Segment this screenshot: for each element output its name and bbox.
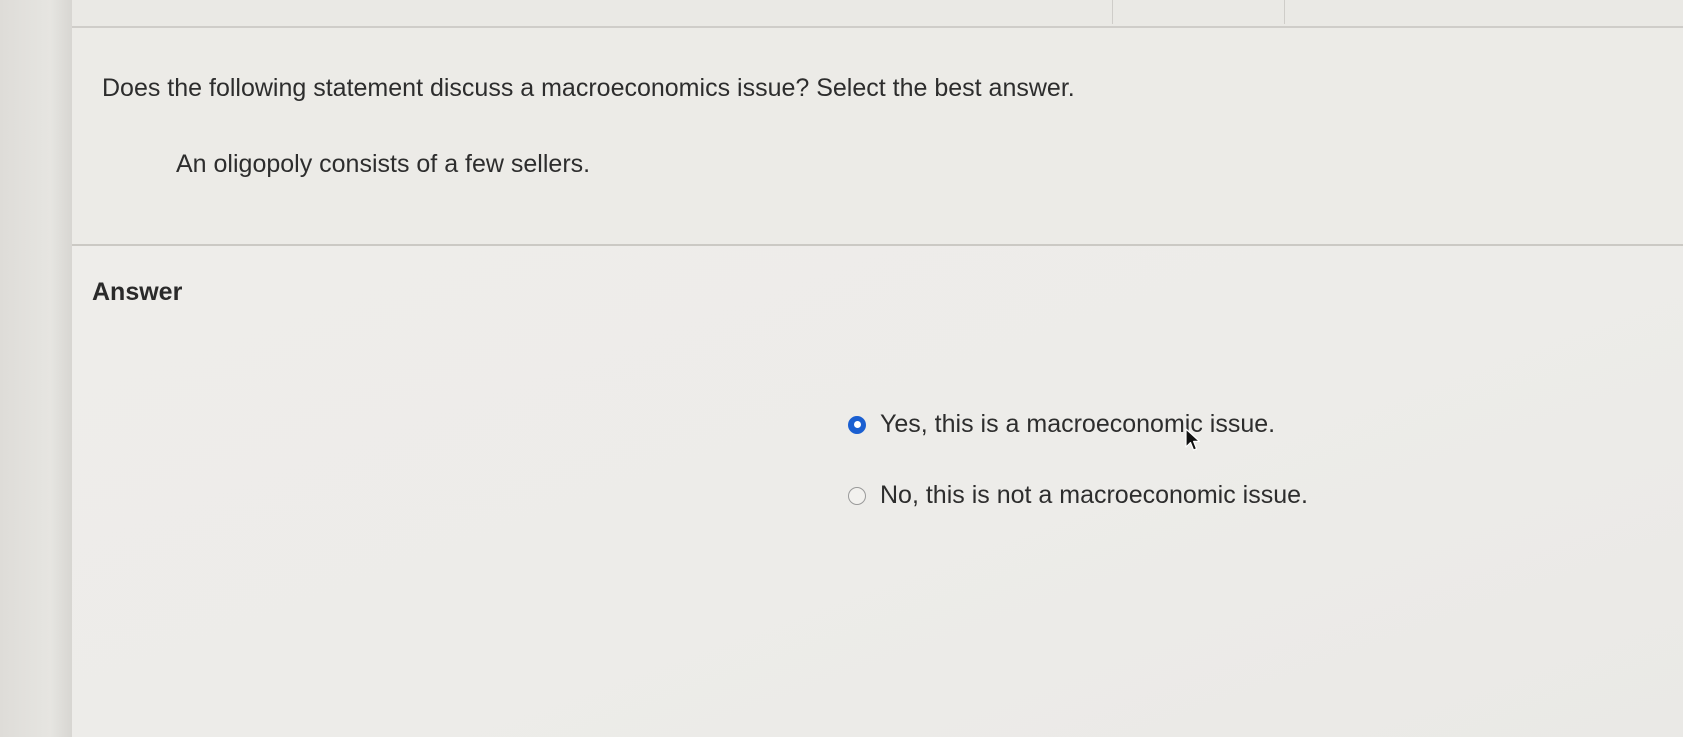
mouse-pointer-icon — [1185, 428, 1201, 451]
top-bar-divider — [1284, 0, 1285, 24]
answer-option-yes[interactable]: Yes, this is a macroeconomic issue. — [848, 410, 1275, 439]
radio-button-selected[interactable] — [848, 415, 866, 434]
question-statement: An oligopoly consists of a few sellers. — [176, 150, 591, 178]
answer-option-label: No, this is not a macroeconomic issue. — [880, 481, 1308, 509]
left-gutter — [0, 0, 73, 737]
answer-option-no[interactable]: No, this is not a macroeconomic issue. — [848, 481, 1308, 510]
question-panel — [72, 28, 1683, 244]
answer-option-label: Yes, this is a macroeconomic issue. — [880, 410, 1276, 438]
top-bar — [72, 0, 1683, 28]
question-prompt: Does the following statement discuss a m… — [102, 74, 1075, 102]
radio-button-unselected[interactable] — [848, 486, 866, 505]
top-bar-divider — [1112, 0, 1113, 24]
answer-heading: Answer — [92, 278, 183, 306]
